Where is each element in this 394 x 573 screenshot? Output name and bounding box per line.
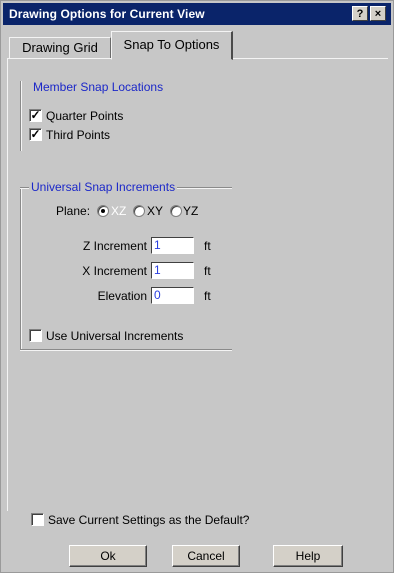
help-title-button[interactable]: ?: [352, 6, 368, 21]
help-button[interactable]: Help: [273, 545, 343, 567]
elevation-input[interactable]: 0: [151, 287, 194, 304]
cancel-button[interactable]: Cancel: [172, 545, 240, 567]
member-snap-group-border: [20, 81, 22, 151]
quarter-points-checkbox[interactable]: ✓: [29, 109, 42, 122]
tab-drawing-grid[interactable]: Drawing Grid: [9, 37, 111, 59]
universal-snap-group-title: Universal Snap Increments: [29, 180, 178, 194]
x-increment-input[interactable]: 1: [151, 262, 194, 279]
z-increment-label: Z Increment: [82, 239, 147, 253]
plane-xz-label: XZ: [111, 204, 127, 218]
window-title: Drawing Options for Current View: [9, 7, 205, 21]
save-default-label: Save Current Settings as the Default?: [48, 513, 250, 527]
save-default-checkbox[interactable]: [31, 513, 44, 526]
tab-panel: [7, 58, 388, 511]
plane-xy-radio[interactable]: [133, 205, 145, 217]
elevation-label: Elevation: [97, 289, 147, 303]
tab-snap-to-options[interactable]: Snap To Options: [111, 31, 233, 60]
title-bar[interactable]: Drawing Options for Current View ? ×: [3, 3, 391, 25]
plane-label: Plane:: [56, 204, 91, 218]
use-universal-increments-checkbox[interactable]: [29, 329, 42, 342]
plane-yz-label: YZ: [183, 204, 199, 218]
universal-snap-group-bottom: [20, 349, 232, 351]
z-increment-unit: ft: [204, 239, 211, 253]
universal-snap-group-border: [20, 187, 22, 351]
plane-yz-radio[interactable]: [170, 205, 182, 217]
close-button[interactable]: ×: [370, 6, 386, 21]
dialog-window: Drawing Options for Current View ? × Dra…: [0, 0, 394, 573]
use-universal-increments-label: Use Universal Increments: [46, 329, 184, 343]
z-increment-input[interactable]: 1: [151, 237, 194, 254]
x-increment-unit: ft: [204, 264, 211, 278]
radio-selected-dot: [101, 209, 105, 213]
third-points-label: Third Points: [46, 128, 111, 142]
ok-button[interactable]: Ok: [69, 545, 147, 567]
quarter-points-label: Quarter Points: [46, 109, 124, 123]
plane-xy-label: XY: [147, 204, 164, 218]
third-points-checkbox[interactable]: ✓: [29, 128, 42, 141]
x-increment-label: X Increment: [82, 264, 147, 278]
elevation-unit: ft: [204, 289, 211, 303]
member-snap-group-title: Member Snap Locations: [31, 80, 166, 94]
plane-xz-radio[interactable]: [97, 205, 109, 217]
